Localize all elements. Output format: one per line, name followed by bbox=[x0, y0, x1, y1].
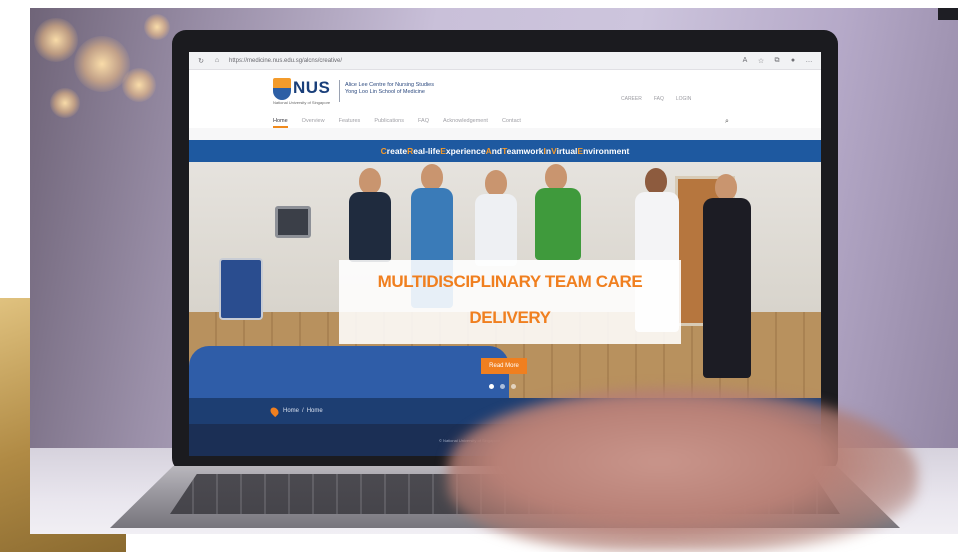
browser-toolbar: ↻ ⌂ https://medicine.nus.edu.sg/alcns/cr… bbox=[189, 52, 821, 70]
tagline-word: Experience bbox=[440, 146, 486, 156]
header-link-login[interactable]: LOGIN bbox=[676, 96, 692, 102]
hero-caption-box: MULTIDISCIPLINARY TEAM CARE DELIVERY bbox=[339, 260, 681, 344]
tagline-word: Real-life bbox=[407, 146, 441, 156]
header-link-faq[interactable]: FAQ bbox=[654, 96, 664, 102]
header-link-career[interactable]: CAREER bbox=[621, 96, 642, 102]
tagline-word: In bbox=[543, 146, 552, 156]
nus-logo[interactable]: NUS bbox=[293, 78, 330, 98]
nav-item-overview[interactable]: Overview bbox=[302, 118, 325, 128]
slider-dots bbox=[489, 384, 516, 389]
slider-dot[interactable] bbox=[500, 384, 505, 389]
hero-title-line-1: MULTIDISCIPLINARY TEAM CARE bbox=[377, 272, 643, 291]
bokeh-light bbox=[50, 88, 80, 118]
figure-head bbox=[485, 170, 507, 196]
patient-bed-illustration bbox=[189, 346, 509, 398]
patient-monitor-illustration bbox=[275, 206, 311, 238]
figure-body bbox=[535, 188, 581, 260]
tagline-banner: Create Real-life Experience And Teamwork… bbox=[189, 140, 821, 162]
tagline-word: Environment bbox=[577, 146, 630, 156]
figure-head bbox=[359, 168, 381, 194]
logo-subtitle: National University of Singapore bbox=[273, 100, 331, 105]
tagline-word: Create bbox=[380, 146, 408, 156]
department-line-2: Yong Loo Lin School of Medicine bbox=[345, 89, 425, 95]
figure-head bbox=[645, 168, 667, 194]
slider-dot[interactable] bbox=[511, 384, 516, 389]
figure-head bbox=[715, 174, 737, 200]
location-pin-icon bbox=[268, 405, 281, 417]
collections-icon[interactable]: ⧉ bbox=[773, 57, 781, 65]
read-more-button[interactable]: Read More bbox=[481, 358, 527, 374]
figure-body bbox=[703, 198, 751, 378]
bokeh-light bbox=[122, 68, 156, 102]
department-line-1: Alice Lee Centre for Nursing Studies bbox=[345, 82, 434, 88]
nus-crest-icon[interactable] bbox=[273, 78, 291, 100]
figure-body bbox=[349, 192, 391, 262]
hero-slider: MULTIDISCIPLINARY TEAM CARE DELIVERY Rea… bbox=[189, 162, 821, 398]
hero-title-line-2: DELIVERY bbox=[469, 308, 551, 327]
nav-item-faq[interactable]: FAQ bbox=[418, 118, 429, 128]
header-links: CAREER FAQ LOGIN bbox=[621, 96, 691, 102]
refresh-icon[interactable]: ↻ bbox=[197, 57, 205, 65]
nav-item-home[interactable]: Home bbox=[273, 118, 288, 128]
translate-icon[interactable]: A bbox=[741, 57, 749, 65]
tagline-word: And bbox=[485, 146, 503, 156]
profile-icon[interactable]: ● bbox=[789, 57, 797, 65]
breadcrumb-home-link[interactable]: Home bbox=[283, 408, 299, 414]
photo-stage: ↻ ⌂ https://medicine.nus.edu.sg/alcns/cr… bbox=[0, 0, 958, 552]
nav-item-features[interactable]: Features bbox=[339, 118, 361, 128]
figure-head bbox=[545, 164, 567, 190]
medical-device-illustration bbox=[219, 258, 263, 320]
breadcrumb-current: Home bbox=[306, 408, 323, 414]
figure-body bbox=[475, 194, 517, 266]
address-bar[interactable]: https://medicine.nus.edu.sg/alcns/creati… bbox=[229, 58, 342, 64]
site-header: NUS National University of Singapore Ali… bbox=[189, 70, 821, 128]
lock-icon[interactable]: ⌂ bbox=[213, 57, 221, 65]
logo-divider bbox=[339, 80, 340, 102]
department-name: Alice Lee Centre for Nursing Studies Yon… bbox=[345, 82, 434, 96]
breadcrumb-separator: / bbox=[302, 408, 304, 414]
nav-item-publications[interactable]: Publications bbox=[374, 118, 404, 128]
main-nav: Home Overview Features Publications FAQ … bbox=[273, 118, 521, 128]
favorite-icon[interactable]: ☆ bbox=[757, 57, 765, 65]
figure-head bbox=[421, 164, 443, 190]
tagline-word: Virtual bbox=[551, 146, 578, 156]
more-icon[interactable]: … bbox=[805, 57, 813, 65]
search-icon[interactable]: ⌕ bbox=[725, 118, 729, 126]
bokeh-light bbox=[34, 18, 78, 62]
nav-item-contact[interactable]: Contact bbox=[502, 118, 521, 128]
user-hand bbox=[448, 388, 918, 552]
tagline-word: Teamwork bbox=[502, 146, 544, 156]
slider-dot[interactable] bbox=[489, 384, 494, 389]
bokeh-light bbox=[144, 14, 170, 40]
nav-item-acknowledgement[interactable]: Acknowledgement bbox=[443, 118, 488, 128]
dark-corner bbox=[938, 8, 958, 20]
